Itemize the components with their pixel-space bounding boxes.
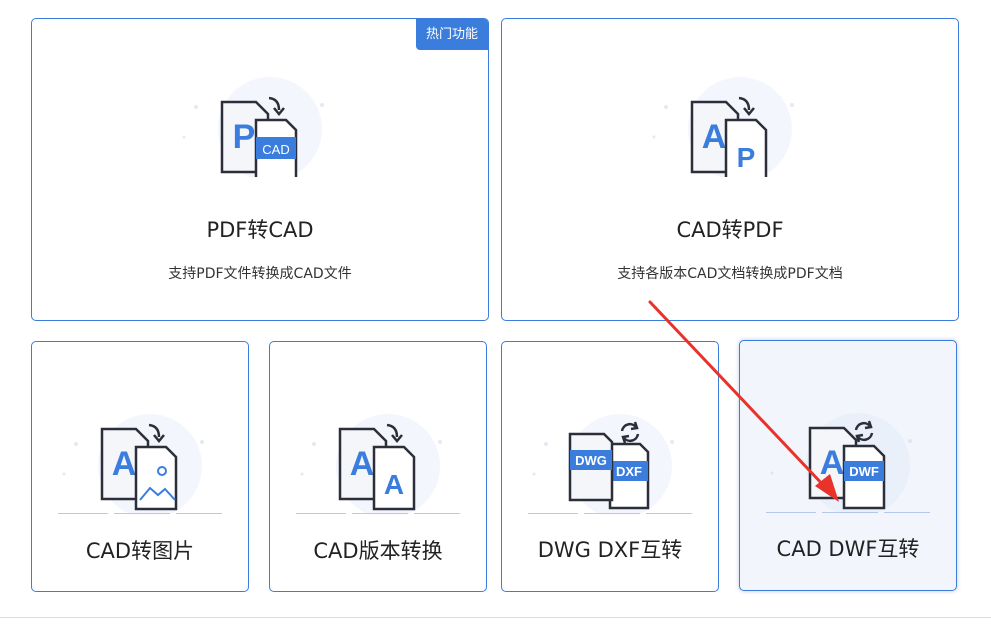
card-cad-dwf-back-glyph: A	[820, 444, 845, 482]
hot-feature-badge: 热门功能	[415, 19, 488, 50]
card-pdf-to-cad-desc: 支持PDF文件转换成CAD文件	[168, 266, 352, 282]
card-cad-dwf-convert[interactable]: A DWF CAD DWF互转	[739, 340, 957, 591]
card-cad-version-front-glyph: A	[384, 469, 404, 500]
card-pdf-to-cad[interactable]: 热门功能 P CAD PDF转CAD 支持PDF文件转换成CAD文件	[31, 18, 489, 321]
card-cad-to-pdf-title: CAD转PDF	[676, 218, 784, 242]
card-cad-version-convert-title: CAD版本转换	[313, 539, 443, 563]
card-cad-dwf-front-glyph: DWF	[849, 464, 879, 479]
bottom-divider	[0, 617, 991, 618]
card-cad-to-pdf[interactable]: A P CAD转PDF 支持各版本CAD文档转换成PDF文档	[501, 18, 959, 321]
card-dwg-dxf-convert[interactable]: DXF DWG DWG DXF互转	[501, 341, 719, 592]
card-pdf-to-cad-front-glyph: CAD	[262, 142, 289, 157]
card-cad-to-pdf-front-glyph: P	[737, 142, 756, 173]
cad-version-convert-icon: A A	[296, 414, 460, 514]
card-cad-to-pdf-back-glyph: A	[702, 118, 727, 156]
card-cad-version-back-glyph: A	[350, 445, 375, 483]
card-cad-to-image[interactable]: A CAD转图片	[31, 341, 249, 592]
cad-to-pdf-icon: A P	[652, 77, 794, 177]
card-cad-to-image-back-glyph: A	[112, 445, 137, 483]
cad-to-image-icon: A	[58, 414, 222, 514]
dwg-dxf-convert-icon: DXF DWG	[528, 414, 692, 514]
card-cad-to-pdf-desc: 支持各版本CAD文档转换成PDF文档	[617, 266, 843, 282]
card-cad-to-image-title: CAD转图片	[85, 539, 195, 563]
pdf-to-cad-icon: P CAD	[182, 77, 324, 177]
card-pdf-to-cad-title: PDF转CAD	[206, 218, 314, 242]
card-dwg-dxf-convert-title: DWG DXF互转	[537, 538, 683, 562]
card-cad-dwf-convert-title: CAD DWF互转	[776, 537, 920, 561]
card-pdf-to-cad-back-glyph: P	[233, 118, 256, 156]
card-dwg-dxf-back-glyph: DWG	[575, 453, 607, 468]
cad-dwf-convert-icon: A DWF	[766, 413, 930, 513]
card-cad-version-convert[interactable]: A A CAD版本转换	[269, 341, 487, 592]
card-dwg-dxf-front-glyph: DXF	[616, 464, 642, 479]
